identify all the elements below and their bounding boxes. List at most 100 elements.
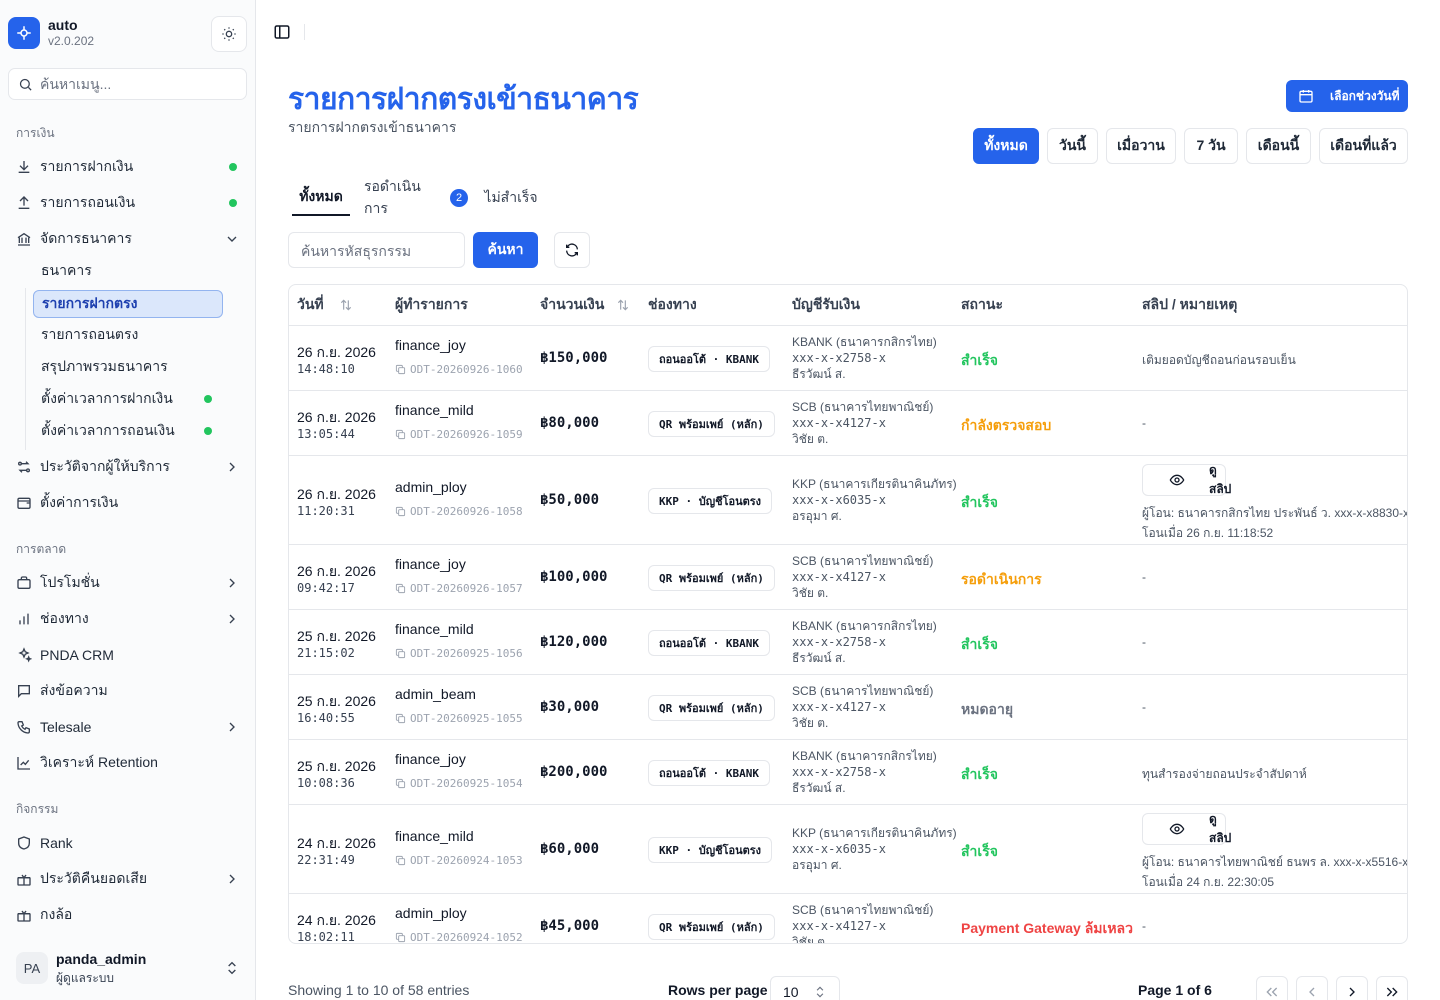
transaction-search-input[interactable] (301, 241, 456, 261)
sidebar-subitem-direct-withdraw[interactable]: รายการถอนตรง (33, 321, 223, 349)
sidebar-item-messages[interactable]: ส่งข้อความ (8, 675, 248, 707)
copy-icon[interactable] (395, 648, 410, 659)
copy-icon[interactable] (395, 364, 410, 375)
row-ref[interactable]: ODT-20260926-1060 (395, 363, 523, 376)
date-range-button[interactable]: เลือกช่วงวันที่ (1286, 80, 1408, 112)
row-amount: ฿150,000 (540, 349, 608, 366)
line-chart-icon (16, 755, 32, 771)
search-button[interactable]: ค้นหา (473, 232, 538, 268)
sidebar-item-telesale[interactable]: Telesale (8, 711, 248, 743)
column-header-status: สถานะ (961, 285, 1003, 326)
range-all-button[interactable]: ทั้งหมด (973, 128, 1039, 164)
row-amount: ฿45,000 (540, 917, 600, 934)
channel-badge: QR พร้อมเพย์ (หลัก) (648, 694, 775, 721)
range-7days-button[interactable]: 7 วัน (1184, 128, 1238, 164)
sidebar-item-label: โปรโมชั่น (40, 574, 100, 590)
status-badge: สำเร็จ (961, 765, 998, 782)
row-note: - (1142, 415, 1146, 430)
copy-icon[interactable] (395, 506, 410, 517)
account-holder: วิชัย ต. (792, 715, 829, 730)
copy-icon[interactable] (395, 778, 410, 789)
sidebar-toggle-button[interactable] (272, 22, 292, 42)
row-bank-account: KKP (ธนาคารเกียรตินาคินภัทร) xxx-x-x6035-… (792, 476, 957, 524)
copy-icon[interactable] (395, 932, 410, 943)
row-ref[interactable]: ODT-20260926-1058 (395, 505, 523, 518)
user-menu[interactable]: PA panda_admin ผู้ดูแลระบบ (8, 944, 248, 992)
view-slip-button[interactable]: ดูสลิป (1142, 812, 1231, 845)
theme-toggle-button[interactable] (211, 16, 247, 52)
column-header-amount[interactable]: จำนวนเงิน (540, 285, 605, 326)
date-range-label: เลือกช่วงวันที่ (1330, 88, 1400, 103)
next-page-button[interactable] (1336, 976, 1368, 1000)
first-page-button[interactable] (1256, 976, 1288, 1000)
account-number: xxx-x-x2758-x (792, 350, 886, 365)
sidebar-item-withdrawals[interactable]: รายการถอนเงิน (8, 187, 248, 219)
sidebar-subitem-banks[interactable]: ธนาคาร (33, 257, 223, 285)
row-time: 13:05:44 (297, 426, 355, 441)
range-yesterday-button[interactable]: เมื่อวาน (1106, 128, 1176, 164)
rows-per-page-select[interactable]: 10 (770, 976, 840, 1000)
row-date: 24 ก.ย. 2026 (297, 911, 376, 928)
sidebar-item-channels[interactable]: ช่องทาง (8, 603, 248, 635)
channel-badge: ถอนออโต้ · KBANK (648, 759, 771, 786)
row-amount: ฿100,000 (540, 568, 608, 585)
copy-icon[interactable] (395, 429, 410, 440)
row-ref[interactable]: ODT-20260926-1059 (395, 428, 523, 441)
row-ref[interactable]: ODT-20260925-1055 (395, 712, 523, 725)
copy-icon[interactable] (395, 713, 410, 724)
sort-icon[interactable] (339, 298, 353, 312)
row-ref[interactable]: ODT-20260925-1054 (395, 777, 523, 790)
slip-time: โอนเมื่อ 26 ก.ย. 11:18:52 (1142, 526, 1274, 540)
last-page-button[interactable] (1376, 976, 1408, 1000)
sidebar-item-crm[interactable]: PNDA CRM (8, 639, 248, 671)
sidebar-item-rank[interactable]: Rank (8, 827, 248, 859)
row-date: 26 ก.ย. 2026 (297, 485, 376, 502)
menu-search-input[interactable] (40, 74, 240, 94)
copy-icon[interactable] (395, 583, 410, 594)
chevron-right-icon (229, 874, 235, 884)
app-name: auto (48, 17, 78, 33)
app-logo-icon (8, 17, 40, 49)
range-last-month-button[interactable]: เดือนที่แล้ว (1319, 128, 1408, 164)
row-ref[interactable]: ODT-20260924-1053 (395, 854, 523, 867)
refresh-button[interactable] (554, 232, 590, 268)
sidebar-item-provider-history[interactable]: ประวัติจากผู้ให้บริการ (8, 451, 248, 483)
row-amount: ฿200,000 (540, 763, 608, 780)
sidebar-item-deposits[interactable]: รายการฝากเงิน (8, 151, 248, 183)
tab-all[interactable]: ทั้งหมด (292, 180, 350, 216)
row-ref[interactable]: ODT-20260924-1052 (395, 931, 523, 943)
column-header-user: ผู้ทำรายการ (395, 285, 468, 326)
sidebar-item-bank-manage[interactable]: จัดการธนาคาร (8, 223, 248, 255)
row-time: 16:40:55 (297, 710, 355, 725)
row-ref[interactable]: ODT-20260925-1056 (395, 647, 523, 660)
view-slip-button[interactable]: ดูสลิป (1142, 463, 1231, 496)
sidebar-subitem-deposit-time[interactable]: ตั้งค่าเวลาการฝากเงิน (33, 385, 223, 413)
page-title: รายการฝากตรงเข้าธนาคาร (288, 83, 639, 116)
sort-icon[interactable] (616, 298, 630, 312)
channel-badge: ถอนออโต้ · KBANK (648, 629, 771, 656)
bank-name: KBANK (ธนาคารกสิกรไทย) (792, 748, 937, 763)
sidebar-item-cashback[interactable]: ประวัติคืนยอดเสีย (8, 863, 248, 895)
entries-info: Showing 1 to 10 of 58 entries (288, 982, 470, 998)
sidebar-subitem-direct-deposit[interactable]: รายการฝากตรง (33, 290, 223, 318)
sidebar-item-promotions[interactable]: โปรโมชั่น (8, 567, 248, 599)
arrows-icon (16, 459, 32, 475)
column-header-date[interactable]: วันที่ (297, 285, 324, 326)
row-ref[interactable]: ODT-20260926-1057 (395, 582, 523, 595)
tab-failed[interactable]: ไม่สำเร็จ (482, 180, 540, 216)
copy-icon[interactable] (395, 855, 410, 866)
prev-page-button[interactable] (1296, 976, 1328, 1000)
account-number: xxx-x-x6035-x (792, 841, 886, 856)
range-today-button[interactable]: วันนี้ (1047, 128, 1098, 164)
sidebar-item-finance-settings[interactable]: ตั้งค่าการเงิน (8, 487, 248, 519)
sidebar-item-retention[interactable]: วิเคราะห์ Retention (8, 747, 248, 779)
account-holder: วิชัย ต. (792, 431, 829, 446)
sidebar-subitem-withdraw-time[interactable]: ตั้งค่าเวลาการถอนเงิน (33, 417, 223, 445)
sidebar-item-box[interactable]: กงล้อ (8, 899, 248, 931)
range-this-month-button[interactable]: เดือนนี้ (1246, 128, 1311, 164)
row-date: 25 ก.ย. 2026 (297, 627, 376, 644)
sidebar-subitem-bank-overview[interactable]: สรุปภาพรวมธนาคาร (33, 353, 223, 381)
row-ref-text: ODT-20260925-1055 (410, 711, 523, 725)
tab-pending[interactable]: รอดำเนินการ 2 (364, 178, 468, 216)
row-user: admin_ploy (395, 904, 467, 921)
